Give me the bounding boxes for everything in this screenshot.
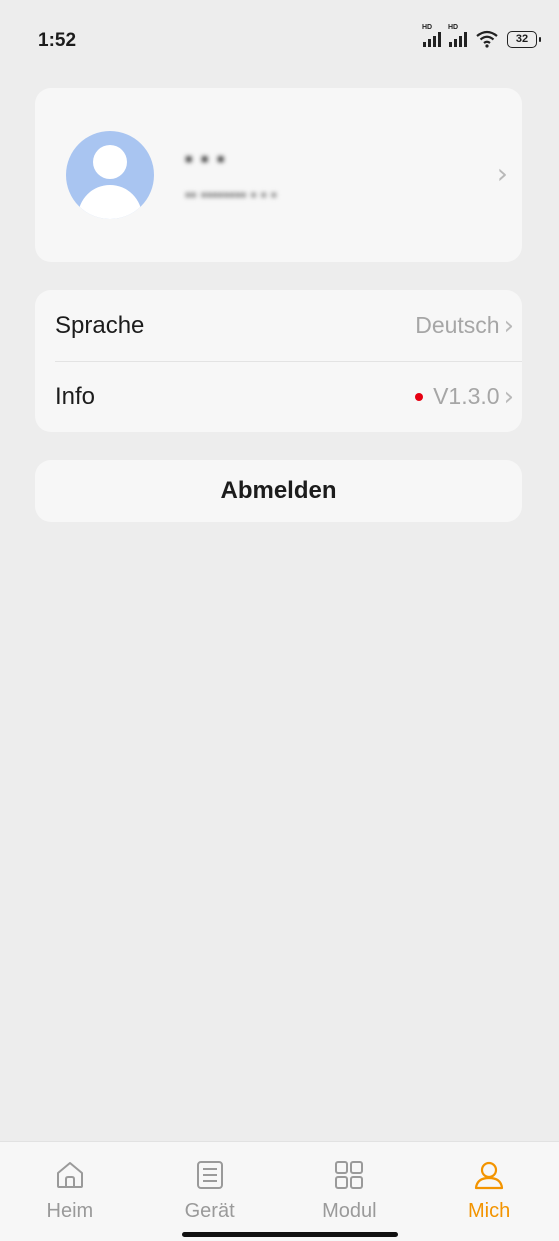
info-value-group: V1.3.0 › [415, 383, 522, 410]
info-row[interactable]: Info V1.3.0 › [35, 361, 522, 432]
status-time: 1:52 [38, 30, 77, 51]
profile-subtitle: ▪▪ ▪▪▪▪▪▪▪▪ ▪ ▪ ▪ [185, 187, 277, 204]
battery-icon: 32 [507, 30, 541, 48]
tab-label: Modul [322, 1200, 377, 1222]
tab-bar: Heim Gerät Modul Mich [0, 1141, 559, 1241]
grid-icon [335, 1161, 364, 1189]
tab-geraet[interactable]: Gerät [140, 1142, 280, 1241]
chevron-right-icon: › [503, 310, 514, 341]
language-value-group: Deutsch › [415, 312, 522, 339]
language-label: Sprache [55, 311, 145, 339]
logout-button[interactable]: Abmelden [35, 460, 522, 522]
wifi-icon [476, 30, 498, 48]
tab-label: Heim [46, 1200, 94, 1222]
tab-label: Gerät [184, 1200, 235, 1222]
list-icon [196, 1161, 223, 1189]
version-value: V1.3.0 [433, 383, 500, 409]
logout-label: Abmelden [220, 477, 337, 504]
signal-icon-2: HD [448, 24, 467, 47]
profile-name: ▪ ▪ ▪ [185, 146, 226, 171]
chevron-right-icon: › [496, 157, 508, 190]
hd-label: HD [422, 24, 433, 31]
settings-card: Sprache Deutsch › Info V1.3.0 › [35, 290, 522, 432]
tab-heim[interactable]: Heim [0, 1142, 140, 1241]
signal-icon: HD [422, 24, 441, 47]
user-avatar-icon [66, 131, 154, 219]
person-icon [475, 1161, 504, 1190]
tab-label: Mich [468, 1200, 511, 1222]
status-bar: 1:52 HD HD 32 [0, 0, 559, 84]
profile-card[interactable]: ▪ ▪ ▪ ▪▪ ▪▪▪▪▪▪▪▪ ▪ ▪ ▪ › [35, 88, 522, 262]
battery-level: 32 [515, 33, 529, 45]
language-row[interactable]: Sprache Deutsch › [35, 290, 522, 361]
screen: 1:52 HD HD 32 ▪ ▪ ▪ ▪▪ ▪▪▪▪▪▪▪▪ ▪ ▪ ▪ › … [0, 0, 559, 1241]
language-value: Deutsch [415, 312, 500, 338]
status-icons: HD HD 32 [422, 24, 541, 48]
house-icon [56, 1162, 83, 1188]
home-indicator[interactable] [182, 1232, 398, 1237]
hd-label-2: HD [448, 24, 459, 31]
update-dot-icon [415, 392, 424, 401]
chevron-right-icon: › [503, 381, 514, 412]
tab-modul[interactable]: Modul [280, 1142, 420, 1241]
tab-mich[interactable]: Mich [419, 1142, 559, 1241]
info-label: Info [55, 382, 96, 410]
